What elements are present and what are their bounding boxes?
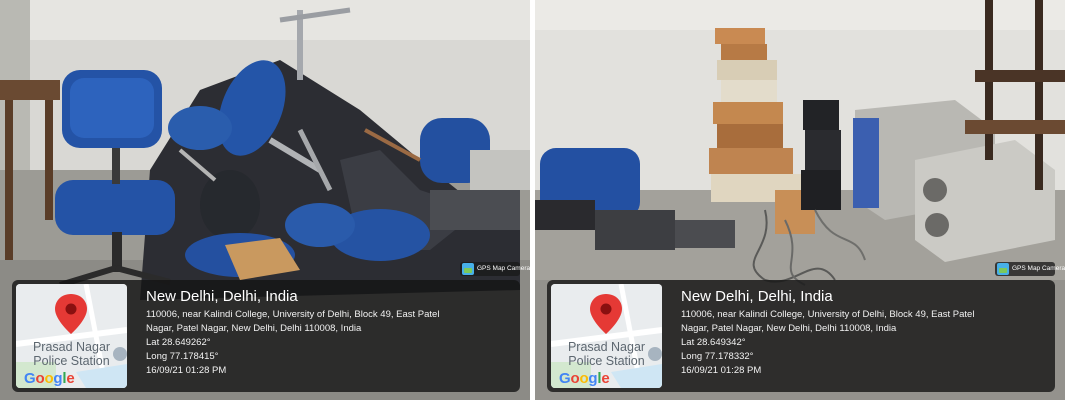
map-thumbnail: Prasad Nagar Police Station Google [551, 284, 662, 388]
photo-discarded-chairs: GPS Map Camera Prasad Nagar Police Stati… [0, 0, 530, 400]
camera-app-icon [462, 263, 474, 275]
address-line-1: 110006, near Kalindi College, University… [681, 309, 975, 320]
latitude: Lat 28.649262° [146, 337, 211, 348]
longitude: Long 77.178332° [681, 351, 754, 362]
timestamp: 16/09/21 01:28 PM [681, 365, 762, 376]
address-line-1: 110006, near Kalindi College, University… [146, 309, 440, 320]
timestamp: 16/09/21 01:28 PM [146, 365, 227, 376]
google-logo: Google [559, 370, 610, 387]
map-place-name-line1: Prasad Nagar [32, 340, 111, 354]
gps-info-panel: Prasad Nagar Police Station Google New D… [547, 280, 1055, 392]
app-badge-label: GPS Map Camera [1012, 265, 1065, 272]
longitude: Long 77.178415° [146, 351, 219, 362]
map-place-name-line2: Police Station [568, 354, 645, 368]
map-thumbnail: Prasad Nagar Police Station Google [16, 284, 127, 388]
google-logo: Google [24, 370, 75, 387]
photo-discarded-equipment: GPS Map Camera Prasad Nagar Police Stati… [535, 0, 1065, 400]
address-line-2: Nagar, Patel Nagar, New Delhi, Delhi 110… [681, 323, 897, 334]
latitude: Lat 28.649342° [681, 337, 746, 348]
location-title: New Delhi, Delhi, India [146, 288, 298, 305]
camera-app-icon [997, 263, 1009, 275]
photo-collage: GPS Map Camera Prasad Nagar Police Stati… [0, 0, 1065, 400]
location-title: New Delhi, Delhi, India [681, 288, 833, 305]
app-badge: GPS Map Camera [460, 262, 530, 276]
map-place-name-line2: Police Station [33, 354, 110, 368]
gps-text-block: New Delhi, Delhi, India 110006, near Kal… [146, 288, 514, 378]
gps-text-block: New Delhi, Delhi, India 110006, near Kal… [681, 288, 1049, 378]
map-place-name-line1: Prasad Nagar [567, 340, 646, 354]
app-badge-label: GPS Map Camera [477, 265, 530, 272]
app-badge: GPS Map Camera [995, 262, 1065, 276]
gps-info-panel: Prasad Nagar Police Station Google New D… [12, 280, 520, 392]
address-line-2: Nagar, Patel Nagar, New Delhi, Delhi 110… [146, 323, 362, 334]
